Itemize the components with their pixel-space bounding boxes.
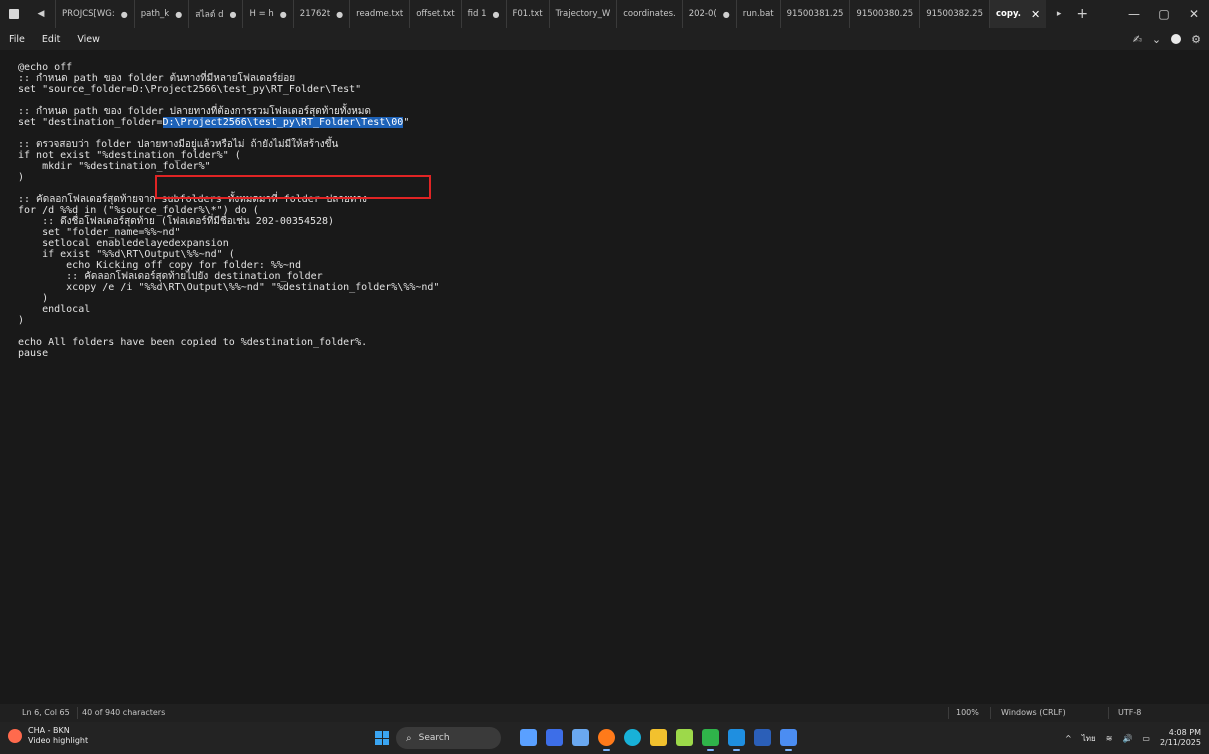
close-window-button[interactable]: ✕ [1179, 0, 1209, 28]
word-app-icon[interactable] [754, 729, 771, 746]
cursor-position: Ln 6, Col 65 [22, 708, 70, 717]
tab-4[interactable]: 21762t ● [292, 0, 349, 28]
menu-right-tools: ✍ ⌄ ⚙ [1133, 28, 1201, 50]
code-content[interactable]: @echo off :: กำหนด path ของ folder ต้นทา… [18, 62, 439, 359]
weather-icon [8, 729, 22, 743]
unsaved-dot-icon: ● [279, 9, 287, 19]
tab-label: 91500382.25 [926, 9, 984, 19]
tab-15[interactable]: 91500382.25 [919, 0, 989, 28]
tab-0[interactable]: PROJCS[WG: ● [55, 0, 134, 28]
task-view-icon[interactable] [520, 729, 537, 746]
profile-icon[interactable] [1171, 34, 1182, 44]
unsaved-dot-icon: ● [229, 9, 237, 19]
tab-5[interactable]: readme.txt [349, 0, 409, 28]
line-ending[interactable]: Windows (CRLF) [1001, 708, 1066, 717]
notepad-taskbar-icon[interactable] [780, 729, 797, 751]
settings-gear-icon[interactable]: ⚙ [1191, 33, 1201, 46]
tab-7[interactable]: fid 1 ● [460, 0, 506, 28]
menu-edit[interactable]: Edit [33, 34, 68, 45]
wifi-icon[interactable]: ≋ [1106, 734, 1113, 743]
tab-label: 202-0( [688, 9, 717, 19]
tab-label: 21762t [299, 9, 331, 19]
tab-13[interactable]: 91500381.25 [779, 0, 850, 28]
tab-10[interactable]: coordinates. [616, 0, 681, 28]
widgets-app-icon[interactable] [546, 729, 563, 746]
text-editor[interactable]: @echo off :: กำหนด path ของ folder ต้นทา… [0, 50, 1209, 704]
start-windows-icon[interactable] [375, 731, 389, 745]
menu-file[interactable]: File [0, 34, 33, 45]
tab-label: 91500380.25 [856, 9, 914, 19]
window-controls: — ▢ ✕ [1119, 0, 1209, 28]
chevron-down-icon[interactable]: ⌄ [1152, 33, 1161, 46]
tab-14[interactable]: 91500380.25 [849, 0, 919, 28]
zoom-level[interactable]: 100% [956, 708, 979, 717]
tab-scroll-back-button[interactable]: ◀ [27, 9, 55, 19]
edge-app-icon[interactable] [624, 729, 641, 746]
tab-6[interactable]: offset.txt [409, 0, 460, 28]
unsaved-dot-icon: ● [336, 9, 344, 19]
unsaved-dot-icon: ● [722, 9, 730, 19]
tab-label: offset.txt [416, 9, 455, 19]
clock-date: 2/11/2025 [1159, 738, 1201, 747]
tab-8[interactable]: F01.txt [505, 0, 549, 28]
selected-text: D:\Project2566\test_py\RT_Folder\Test\00 [162, 117, 404, 128]
tray-chevron-icon[interactable]: ^ [1065, 734, 1072, 743]
tab-3[interactable]: H = h ● [242, 0, 292, 28]
tab-label: สไลด์ d [195, 10, 224, 20]
python-app-icon[interactable] [676, 729, 693, 746]
tab-label: coordinates. [623, 9, 676, 19]
tab-2[interactable]: สไลด์ d ● [188, 0, 242, 28]
tab-label: copy. [996, 9, 1021, 19]
new-tab-button[interactable]: + [1072, 6, 1092, 22]
unsaved-dot-icon: ● [120, 9, 128, 19]
encoding[interactable]: UTF-8 [1118, 708, 1141, 717]
vscode-app-icon[interactable] [728, 729, 745, 751]
system-tray: ^ ไทย ≋ 🔊 ▭ 4:08 PM 2/11/2025 [1065, 722, 1201, 754]
tab-active-copy[interactable]: copy. ✕ [989, 0, 1047, 28]
clock[interactable]: 4:08 PM 2/11/2025 [1160, 728, 1201, 748]
tab-label: readme.txt [356, 9, 404, 19]
weather-widget[interactable]: CHA - BKN Video highlight [8, 726, 88, 746]
tab-label: fid 1 [467, 9, 487, 19]
qgis-app-icon[interactable] [702, 729, 719, 751]
tab-label: F01.txt [512, 9, 543, 19]
search-label: Search [418, 733, 450, 743]
tab-label: path_k [140, 9, 170, 19]
tab-1[interactable]: path_k ● [133, 0, 188, 28]
teams-app-icon[interactable] [572, 729, 589, 746]
maximize-button[interactable]: ▢ [1149, 0, 1179, 28]
tab-label: PROJCS[WG: [62, 9, 115, 19]
tab-9[interactable]: Trajectory_W [548, 0, 617, 28]
code-text-after-selection: " :: ตรวจสอบว่า folder ปลายทางมีอยู่แล้ว… [18, 117, 440, 359]
menu-view[interactable]: View [68, 34, 108, 45]
close-tab-icon[interactable]: ✕ [1031, 8, 1040, 21]
weather-title: CHA - BKN [28, 726, 70, 735]
battery-icon[interactable]: ▭ [1142, 734, 1150, 743]
unsaved-dot-icon: ● [175, 9, 183, 19]
minimize-button[interactable]: — [1119, 0, 1149, 28]
tab-label: Trajectory_W [555, 9, 611, 19]
volume-icon[interactable]: 🔊 [1122, 734, 1132, 743]
unsaved-dot-icon: ● [492, 9, 500, 19]
taskbar: CHA - BKN Video highlight ⌕ Search ^ ไทย… [0, 722, 1209, 754]
search-icon: ⌕ [406, 732, 412, 744]
firefox-app-icon[interactable] [598, 729, 615, 751]
weather-subtitle: Video highlight [28, 736, 89, 745]
tab-12[interactable]: run.bat [735, 0, 780, 28]
selection-count: 40 of 940 characters [82, 708, 166, 717]
clock-time: 4:08 PM [1168, 728, 1201, 737]
tab-11[interactable]: 202-0( ● [681, 0, 736, 28]
tab-scroll-forward-button[interactable]: ▸ [1046, 9, 1072, 19]
tab-label: H = h [249, 9, 274, 19]
tab-label: 91500381.25 [786, 9, 844, 19]
copilot-icon[interactable]: ✍ [1133, 33, 1142, 46]
taskbar-search[interactable]: ⌕ Search [396, 727, 501, 749]
input-language[interactable]: ไทย [1082, 732, 1096, 745]
file-explorer-icon[interactable] [650, 729, 667, 746]
tab-label: run.bat [742, 9, 774, 19]
tab-bar: ◀ PROJCS[WG: ● path_k ● สไลด์ d ● H = h ● 21… [0, 0, 1209, 28]
notepad-app-icon [9, 9, 19, 19]
status-bar: Ln 6, Col 65 40 of 940 characters 100% W… [0, 704, 1209, 722]
menu-bar: File Edit View ✍ ⌄ ⚙ [0, 28, 1209, 50]
